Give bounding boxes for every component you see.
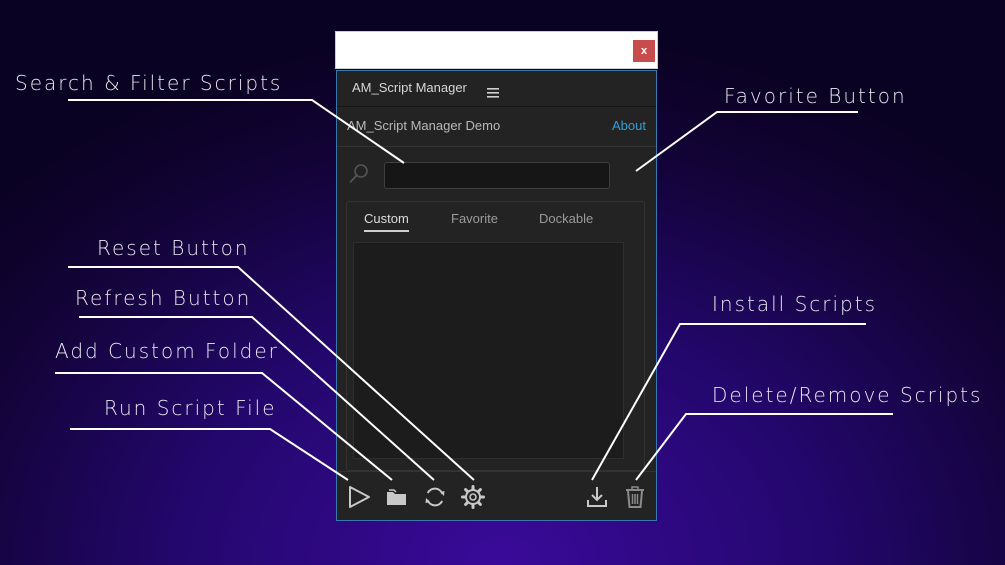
refresh-button[interactable]: [422, 484, 448, 510]
delete-scripts-button[interactable]: [622, 484, 648, 510]
folder-icon: [387, 489, 406, 505]
panel-header: AM_Script Manager: [337, 71, 656, 107]
refresh-icon: [425, 487, 445, 507]
callout-reset-button: Reset Button: [97, 236, 250, 260]
hamburger-menu-icon[interactable]: [487, 83, 499, 102]
leader-run-script-file: [70, 428, 349, 481]
script-list[interactable]: [353, 242, 624, 459]
callout-search-filter: Search & Filter Scripts: [15, 71, 283, 95]
script-manager-panel: AM_Script Manager AM_Script Manager Demo…: [336, 70, 657, 521]
callout-delete-remove-scripts: Delete/Remove Scripts: [712, 383, 983, 407]
install-scripts-button[interactable]: [584, 484, 610, 510]
run-script-button[interactable]: [346, 484, 372, 510]
close-button[interactable]: x: [633, 40, 655, 62]
leader-favorite-button: [635, 111, 858, 172]
callout-run-script-file: Run Script File: [104, 396, 277, 420]
leader-delete-remove-scripts: [635, 413, 893, 481]
callout-favorite-button: Favorite Button: [724, 84, 907, 108]
search-input[interactable]: [384, 162, 610, 189]
about-link[interactable]: About: [612, 118, 646, 133]
search-icon: [348, 163, 370, 189]
panel-subheader: AM_Script Manager Demo About: [337, 107, 656, 147]
tabs-container: Custom Favorite Dockable: [346, 201, 645, 471]
panel-subtitle: AM_Script Manager Demo: [347, 118, 501, 133]
panel-title: AM_Script Manager: [352, 80, 467, 95]
callout-add-custom-folder: Add Custom Folder: [55, 339, 279, 363]
add-custom-folder-button[interactable]: [384, 484, 410, 510]
bottom-toolbar: [337, 471, 656, 521]
callout-refresh-button: Refresh Button: [75, 286, 252, 310]
tab-dockable[interactable]: Dockable: [539, 211, 593, 230]
gear-icon: [461, 485, 485, 509]
reset-button[interactable]: [460, 484, 486, 510]
tab-custom[interactable]: Custom: [364, 211, 409, 232]
tab-favorite[interactable]: Favorite: [451, 211, 498, 230]
callout-install-scripts: Install Scripts: [712, 292, 877, 316]
download-icon: [587, 487, 607, 507]
trash-icon: [626, 486, 644, 508]
play-icon: [349, 486, 370, 508]
window-titlebar[interactable]: x: [335, 31, 658, 69]
